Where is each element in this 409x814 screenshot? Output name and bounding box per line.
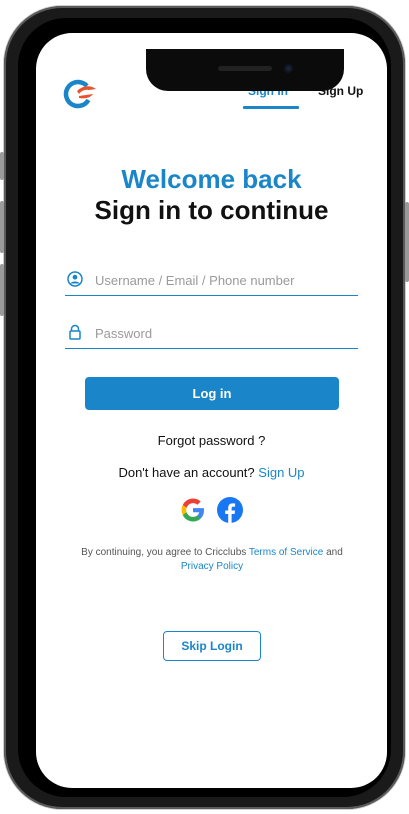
facebook-icon[interactable]: [215, 495, 245, 525]
forgot-password-link[interactable]: Forgot password ?: [36, 433, 387, 448]
signup-prompt: Don't have an account? Sign Up: [36, 465, 387, 480]
camera-icon: [284, 64, 293, 73]
phone-side-button: [405, 202, 409, 282]
no-account-text: Don't have an account?: [118, 465, 255, 480]
phone-frame: Sign In Sign Up Welcome back Sign in to …: [0, 6, 409, 809]
subtitle-heading: Sign in to continue: [94, 195, 329, 225]
user-icon: [67, 271, 83, 287]
skip-login-button[interactable]: Skip Login: [163, 631, 261, 661]
privacy-policy-link[interactable]: Privacy Policy: [181, 561, 243, 572]
phone-side-button: [0, 201, 4, 253]
username-input[interactable]: [95, 267, 353, 293]
lock-icon: [69, 324, 81, 340]
login-button[interactable]: Log in: [85, 377, 339, 410]
phone-notch: [146, 49, 344, 91]
speaker-grille: [218, 66, 272, 71]
terms-text: By continuing, you agree to Cricclubs Te…: [64, 546, 360, 574]
password-field[interactable]: [65, 320, 358, 349]
password-input[interactable]: [95, 320, 353, 346]
phone-side-button: [0, 264, 4, 316]
username-field[interactable]: [65, 267, 358, 296]
welcome-heading: Welcome back: [121, 164, 302, 194]
phone-side-button: [0, 152, 4, 180]
terms-and: and: [326, 547, 343, 558]
terms-of-service-link[interactable]: Terms of Service: [249, 547, 323, 558]
google-icon[interactable]: [178, 495, 208, 525]
cricclubs-logo: [63, 79, 96, 109]
terms-prefix: By continuing, you agree to Cricclubs: [81, 547, 247, 558]
signup-link[interactable]: Sign Up: [258, 465, 304, 480]
screen: Sign In Sign Up Welcome back Sign in to …: [36, 33, 387, 788]
tab-active-indicator: [243, 106, 299, 109]
